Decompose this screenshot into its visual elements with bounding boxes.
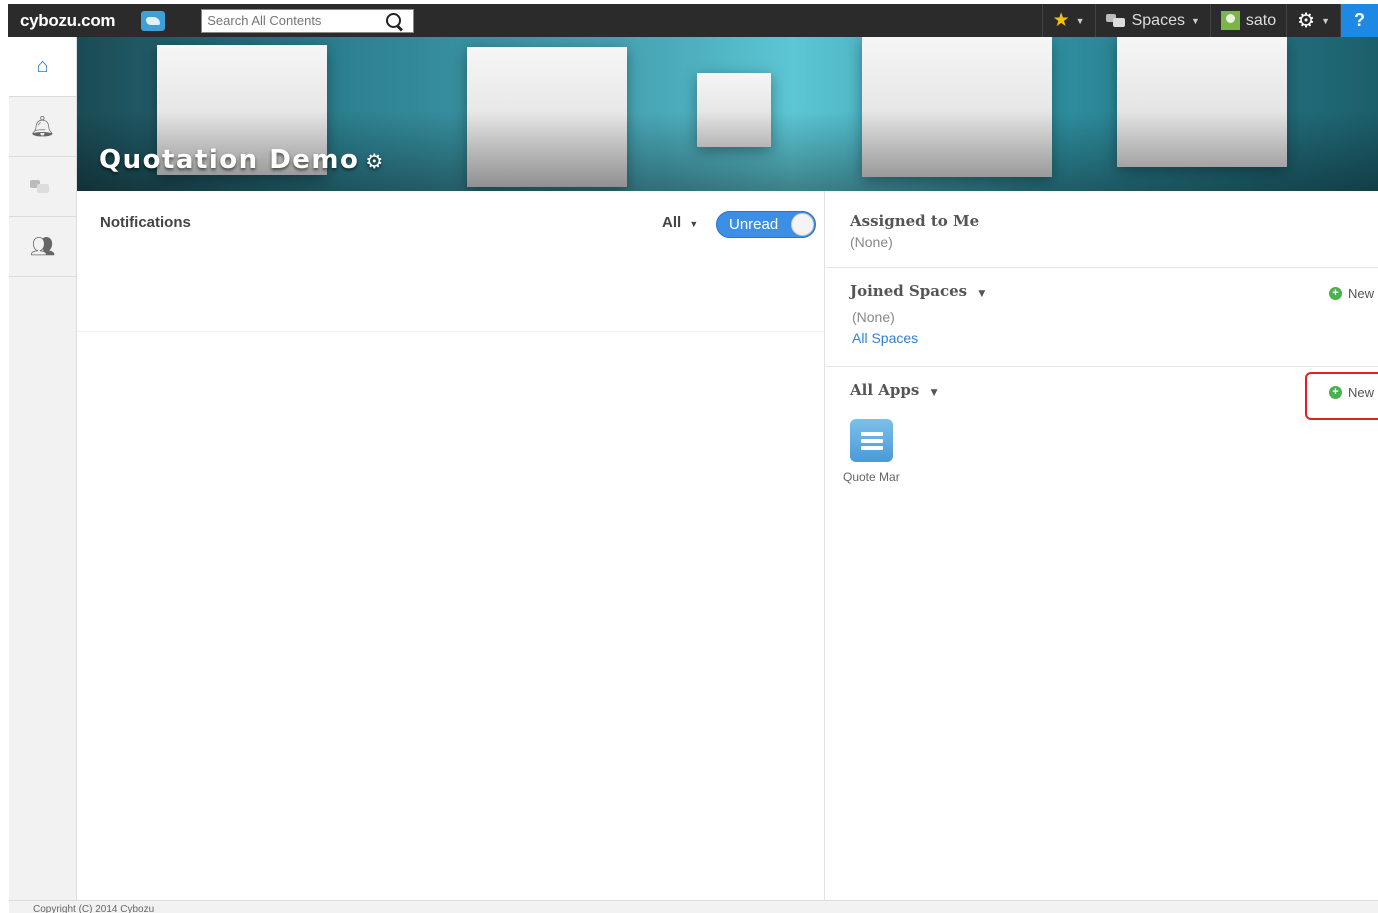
search-input[interactable]	[202, 13, 383, 28]
sidebar-item-notifications[interactable]: 🔔︎	[9, 97, 76, 157]
toggle-knob	[791, 213, 814, 236]
filter-label: All	[662, 214, 682, 231]
caret-down-icon: ▼	[930, 388, 938, 398]
right-panel: Assigned to Me (None) Joined Spaces ▼ + …	[826, 191, 1378, 903]
assigned-section: Assigned to Me (None)	[826, 191, 1378, 268]
notifications-panel: Notifications All ▼ Unread	[78, 191, 825, 903]
all-apps-label: All Apps	[850, 381, 920, 399]
space-banner: Quotation Demo ⚙	[77, 37, 1378, 191]
divider	[78, 331, 824, 332]
list-line	[860, 431, 883, 436]
spaces-menu[interactable]: Spaces ▼	[1094, 4, 1210, 37]
gear-icon: ⚙	[1297, 10, 1316, 32]
search-icon[interactable]	[382, 10, 408, 32]
joined-spaces-title[interactable]: Joined Spaces ▼	[850, 282, 985, 300]
left-sidebar: ⌂ 🔔︎ 👥︎	[9, 37, 77, 903]
user-name: sato	[1245, 11, 1277, 29]
home-icon: ⌂	[36, 55, 49, 77]
highlight-box	[1305, 372, 1378, 420]
app-logo-icon[interactable]	[141, 10, 166, 31]
all-apps-title[interactable]: All Apps ▼	[850, 381, 937, 399]
caret-down-icon: ▼	[1075, 15, 1085, 26]
unread-toggle[interactable]: Unread	[716, 211, 816, 238]
footer: Copyright (C) 2014 Cybozu	[9, 900, 1378, 913]
app-name[interactable]: Quote Mar	[843, 470, 900, 484]
all-apps-section: All Apps ▼ + New	[826, 367, 1378, 903]
gear-icon[interactable]: ⚙	[365, 149, 384, 173]
people-icon: 👥︎	[29, 236, 56, 258]
caret-down-icon: ▼	[1321, 15, 1330, 26]
joined-spaces-empty: (None)	[852, 309, 895, 325]
all-spaces-link[interactable]: All Spaces	[852, 330, 918, 346]
spaces-icon	[29, 179, 50, 194]
spaces-icon	[1105, 13, 1126, 28]
new-space-label: New	[1347, 286, 1374, 301]
joined-spaces-section: Joined Spaces ▼ + New (None) All Spaces	[826, 268, 1378, 367]
space-title: Quotation Demo ⚙	[99, 145, 385, 175]
new-space-button[interactable]: + New	[1328, 286, 1374, 301]
copyright-text: Copyright (C) 2014 Cybozu	[33, 904, 155, 913]
user-avatar-icon	[1220, 11, 1240, 30]
caret-down-icon: ▼	[689, 219, 699, 229]
assigned-empty: (None)	[850, 234, 893, 250]
favorites-menu[interactable]: ★ ▼	[1041, 4, 1095, 37]
caret-down-icon: ▼	[978, 289, 986, 299]
caret-down-icon: ▼	[1190, 15, 1200, 26]
sidebar-item-home[interactable]: ⌂	[9, 37, 76, 97]
sidebar-item-spaces[interactable]	[9, 157, 76, 217]
settings-menu[interactable]: ⚙ ▼	[1286, 4, 1340, 37]
sidebar-item-people[interactable]: 👥︎	[9, 217, 76, 277]
list-line	[860, 438, 883, 443]
assigned-title: Assigned to Me	[850, 212, 980, 230]
spaces-label: Spaces	[1131, 11, 1185, 29]
joined-spaces-label: Joined Spaces	[850, 282, 968, 300]
notifications-title: Notifications	[100, 214, 191, 231]
space-title-text: Quotation Demo	[99, 145, 360, 175]
app-tile-icon[interactable]	[850, 419, 893, 462]
bell-icon: 🔔︎	[29, 116, 56, 138]
star-icon: ★	[1052, 10, 1070, 31]
search-box	[201, 8, 415, 33]
notifications-filter[interactable]: All ▼	[662, 214, 698, 231]
logo[interactable]: cybozu.com	[20, 11, 116, 31]
user-menu[interactable]: sato	[1209, 4, 1286, 37]
top-bar: cybozu.com ★ ▼ Spaces ▼ sato ⚙ ▼ ?	[8, 4, 1378, 37]
list-line	[860, 445, 883, 450]
help-button[interactable]: ?	[1340, 4, 1378, 37]
top-right-menu: ★ ▼ Spaces ▼ sato ⚙ ▼ ?	[1041, 4, 1378, 37]
plus-circle-icon: +	[1328, 287, 1342, 300]
toggle-label: Unread	[729, 216, 779, 233]
